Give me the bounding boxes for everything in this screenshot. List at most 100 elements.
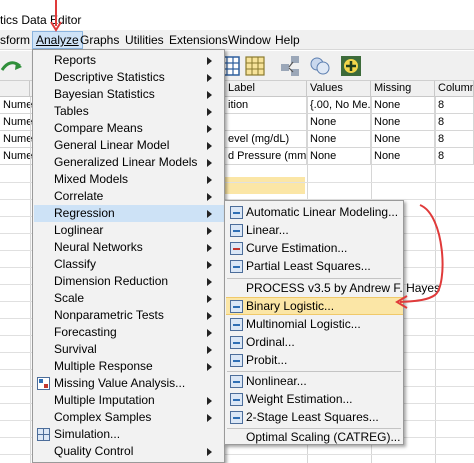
binary-logistic-icon [230, 300, 243, 313]
menu-item-mixed-models[interactable]: Mixed Models [34, 171, 224, 188]
menu-item-classify[interactable]: Classify [34, 256, 224, 273]
menu-item-complex-samples[interactable]: Complex Samples [34, 409, 224, 426]
menu-item-automatic-linear-modeling[interactable]: Automatic Linear Modeling... [226, 204, 403, 221]
menu-transform[interactable]: sform [0, 33, 30, 47]
submenu-arrow-icon [207, 142, 212, 150]
submenu-arrow-icon [207, 244, 212, 252]
cell-missing[interactable]: None [371, 148, 435, 165]
menu-item-bayesian-statistics[interactable]: Bayesian Statistics [34, 86, 224, 103]
menu-item-missing-value-analysis[interactable]: Missing Value Analysis... [34, 375, 224, 392]
cell-missing[interactable]: None [371, 131, 435, 148]
submenu-arrow-icon [207, 295, 212, 303]
submenu-arrow-icon [207, 363, 212, 371]
menu-item-regression[interactable]: Regression [34, 205, 224, 222]
automatic-linear-icon [230, 206, 243, 219]
menu-item-quality-control[interactable]: Quality Control [34, 443, 224, 460]
menu-item-tables[interactable]: Tables [34, 103, 224, 120]
menu-item-partial-least-squares[interactable]: Partial Least Squares... [226, 258, 403, 275]
submenu-arrow-icon [207, 278, 212, 286]
menu-window[interactable]: Window [228, 33, 271, 47]
submenu-arrow-icon [207, 397, 212, 405]
cell-columns[interactable]: 8 [435, 114, 474, 131]
submenu-arrow-icon [207, 448, 212, 456]
use-sets-icon[interactable] [339, 54, 363, 78]
cell-missing[interactable]: None [371, 97, 435, 114]
cell-values[interactable]: None [307, 148, 371, 165]
submenu-arrow-icon [207, 346, 212, 354]
cell-label[interactable]: d Pressure (mmHg) [225, 148, 307, 165]
window-title: tics Data Editor [0, 13, 82, 27]
menu-item-reports[interactable]: Reports [34, 52, 224, 69]
cell-label[interactable] [225, 114, 307, 131]
cell-columns[interactable]: 8 [435, 131, 474, 148]
cell-missing[interactable]: None [371, 114, 435, 131]
menu-item-two-stage-least-squares[interactable]: 2-Stage Least Squares... [226, 409, 403, 426]
menu-item-optimal-scaling[interactable]: Optimal Scaling (CATREG)... [226, 429, 403, 446]
submenu-arrow-icon [207, 227, 212, 235]
analyze-menu: Reports Descriptive Statistics Bayesian … [32, 49, 225, 463]
selected-cell[interactable] [225, 177, 305, 194]
submenu-arrow-icon [207, 125, 212, 133]
title-bar: tics Data Editor [0, 0, 474, 30]
cell-label[interactable]: ition [225, 97, 307, 114]
menu-item-multiple-imputation[interactable]: Multiple Imputation [34, 392, 224, 409]
cell-columns[interactable]: 8 [435, 148, 474, 165]
cell-values[interactable]: {.00, No Me... [307, 97, 371, 114]
two-stage-least-squares-icon [230, 411, 243, 424]
menu-item-linear[interactable]: Linear... [226, 222, 403, 239]
menu-item-correlate[interactable]: Correlate [34, 188, 224, 205]
menu-item-weight-estimation[interactable]: Weight Estimation... [226, 391, 403, 408]
menu-utilities[interactable]: Utilities [125, 33, 164, 47]
column-header-type [0, 81, 30, 97]
menu-item-descriptive-statistics[interactable]: Descriptive Statistics [34, 69, 224, 86]
cell-values[interactable]: None [307, 131, 371, 148]
menu-item-curve-estimation[interactable]: Curve Estimation... [226, 240, 403, 257]
menu-item-scale[interactable]: Scale [34, 290, 224, 307]
menu-item-generalized-linear-models[interactable]: Generalized Linear Models [34, 154, 224, 171]
data-grid-icon[interactable] [243, 54, 267, 78]
submenu-arrow-icon [207, 74, 212, 82]
cell-columns[interactable]: 8 [435, 97, 474, 114]
submenu-arrow-icon [207, 176, 212, 184]
menu-help[interactable]: Help [275, 33, 300, 47]
menu-item-neural-networks[interactable]: Neural Networks [34, 239, 224, 256]
cell-label[interactable]: evel (mg/dL) [225, 131, 307, 148]
submenu-arrow-icon [207, 414, 212, 422]
weight-estimation-icon [230, 393, 243, 406]
menu-item-nonlinear[interactable]: Nonlinear... [226, 373, 403, 390]
menu-item-probit[interactable]: Probit... [226, 352, 403, 369]
menu-item-general-linear-model[interactable]: General Linear Model [34, 137, 224, 154]
menu-item-dimension-reduction[interactable]: Dimension Reduction [34, 273, 224, 290]
menu-item-compare-means[interactable]: Compare Means [34, 120, 224, 137]
column-header-label[interactable]: Label [225, 81, 307, 97]
menu-item-forecasting[interactable]: Forecasting [34, 324, 224, 341]
menu-graphs[interactable]: Graphs [80, 33, 119, 47]
menu-item-process[interactable]: PROCESS v3.5 by Andrew F. Hayes [226, 280, 440, 297]
column-header-missing[interactable]: Missing [371, 81, 435, 97]
menu-item-nonparametric-tests[interactable]: Nonparametric Tests [34, 307, 224, 324]
multinomial-logistic-icon [230, 318, 243, 331]
submenu-arrow-icon [207, 108, 212, 116]
value-labels-icon[interactable] [308, 54, 332, 78]
submenu-arrow-icon [207, 91, 212, 99]
menu-item-binary-logistic[interactable]: Binary Logistic... [226, 297, 403, 315]
column-header-values[interactable]: Values [307, 81, 371, 97]
submenu-arrow-icon [207, 312, 212, 320]
cell-values[interactable]: None [307, 114, 371, 131]
menu-item-loglinear[interactable]: Loglinear [34, 222, 224, 239]
menu-analyze[interactable]: Analyze [32, 31, 83, 49]
redo-arrow-icon[interactable] [0, 54, 24, 78]
probit-icon [230, 354, 243, 367]
split-file-icon[interactable] [279, 54, 303, 78]
regression-submenu: Automatic Linear Modeling... Linear... C… [224, 200, 440, 446]
menu-item-multiple-response[interactable]: Multiple Response [34, 358, 224, 375]
menu-item-simulation[interactable]: Simulation... [34, 426, 224, 443]
submenu-arrow-icon [207, 329, 212, 337]
column-header-columns[interactable]: Column [435, 81, 474, 97]
menu-item-survival[interactable]: Survival [34, 341, 224, 358]
menu-item-multinomial-logistic[interactable]: Multinomial Logistic... [226, 316, 403, 333]
submenu-arrow-icon [207, 57, 212, 65]
column-divider [30, 97, 31, 463]
menu-item-ordinal[interactable]: Ordinal... [226, 334, 403, 351]
menu-extensions[interactable]: Extensions [169, 33, 228, 47]
